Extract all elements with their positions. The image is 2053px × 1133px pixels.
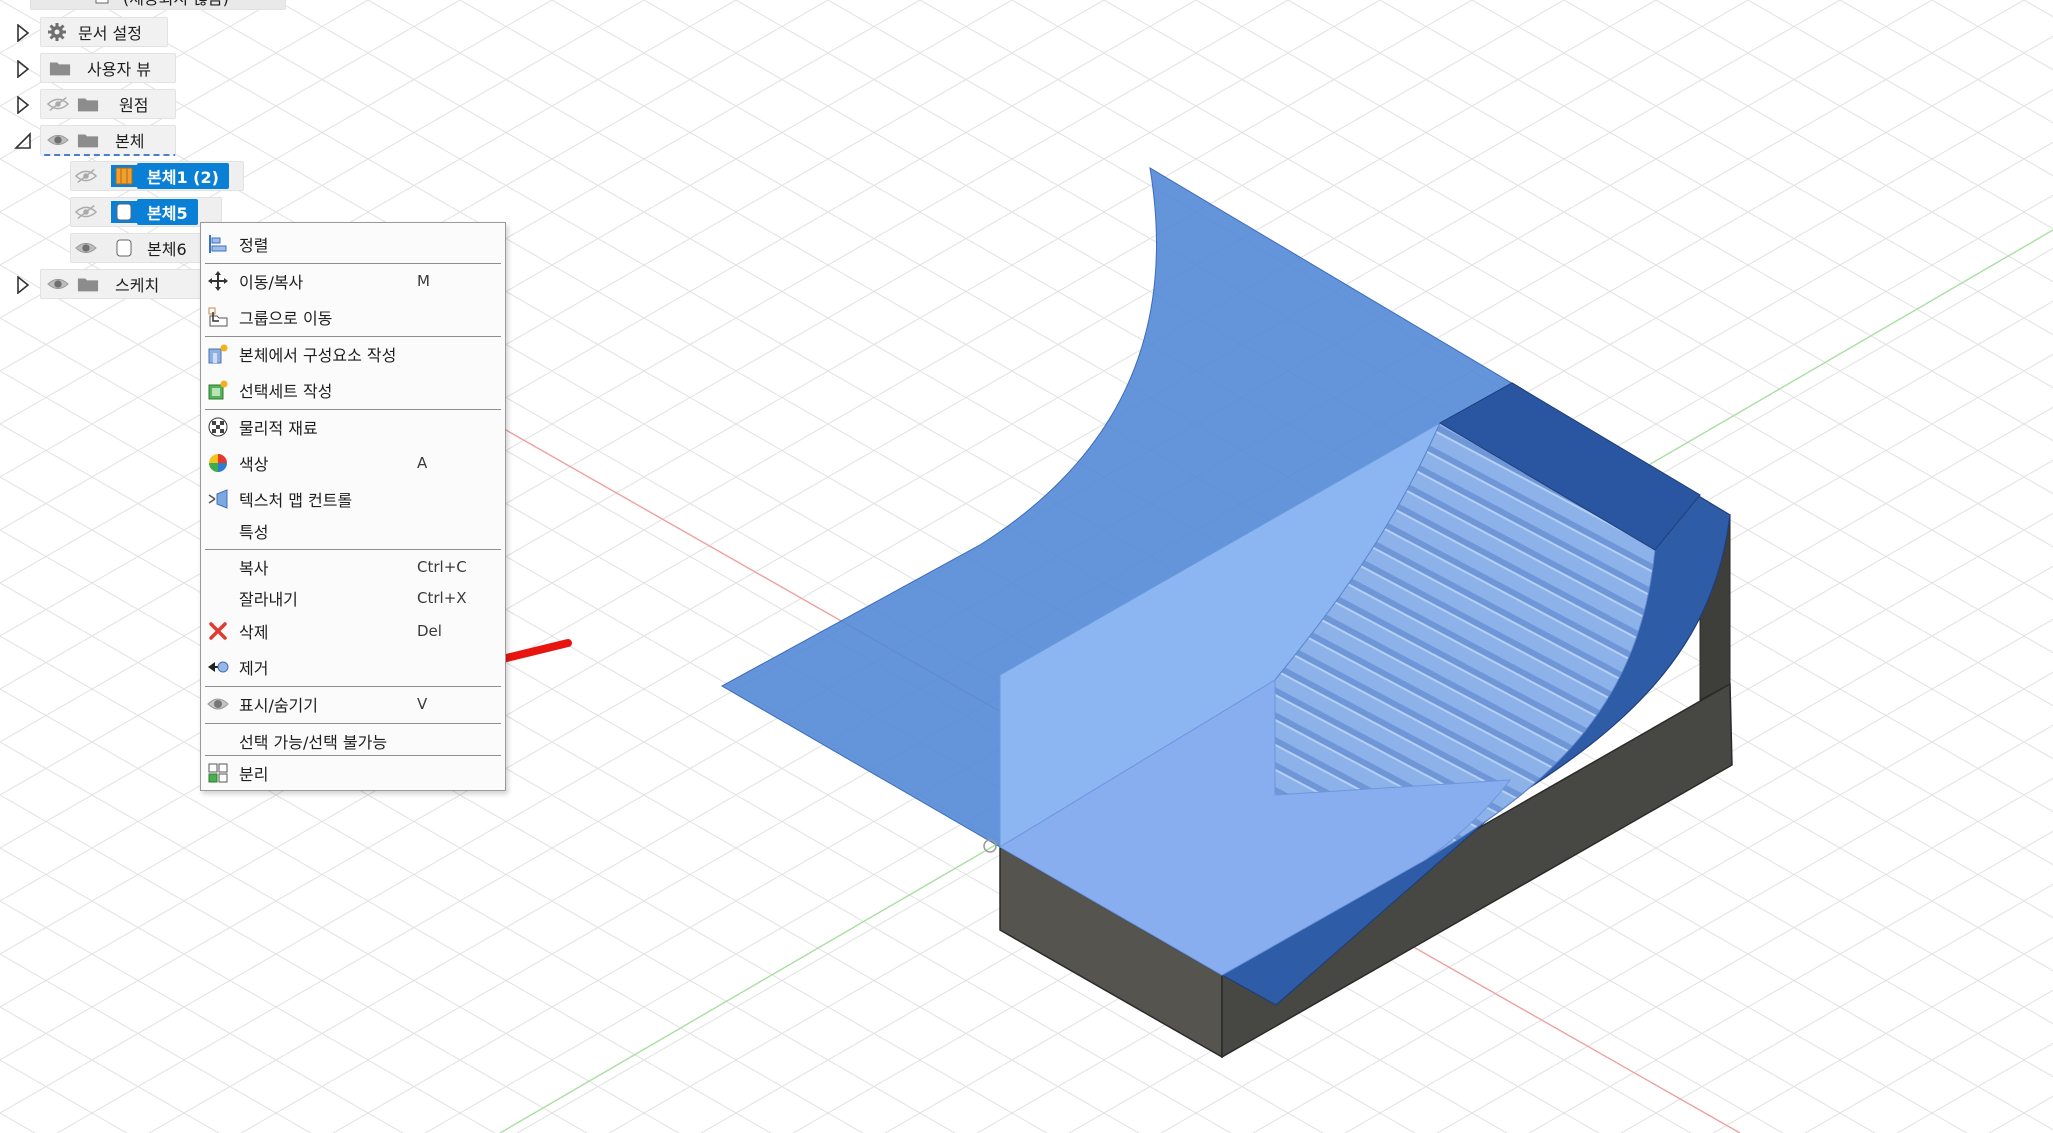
- menu-item-show-hide[interactable]: 표시/숨기기 V: [201, 689, 505, 719]
- menu-item-remove[interactable]: 제거: [201, 652, 505, 682]
- browser-item-sketches[interactable]: 스케치: [40, 269, 202, 299]
- eye-icon: [207, 693, 229, 715]
- body-label: 본체6: [147, 240, 187, 259]
- menu-item-label: 제거: [239, 659, 269, 678]
- menu-item-label: 그룹으로 이동: [239, 309, 333, 328]
- menu-item-appearance[interactable]: 색상 A: [201, 448, 505, 478]
- folder-icon: [49, 57, 71, 79]
- appearance-icon: [207, 452, 229, 474]
- browser-item-bodies-folder[interactable]: 본체: [40, 125, 176, 156]
- body-label-selected[interactable]: 본체1 (2): [137, 163, 229, 189]
- browser-top-item[interactable]: (제공되지 않음): [30, 0, 286, 10]
- folder-icon: [77, 273, 99, 295]
- move-icon: [207, 270, 229, 292]
- menu-item-align[interactable]: 정렬: [201, 229, 505, 259]
- menu-item-label: 색상: [239, 455, 269, 474]
- menu-separator: [205, 755, 501, 756]
- menu-item-label: 물리적 재료: [239, 419, 318, 438]
- menu-item-label: 정렬: [239, 236, 269, 255]
- menu-item-move-copy[interactable]: 이동/복사 M: [201, 266, 505, 296]
- body-icon: [113, 237, 135, 259]
- browser-item-label: 본체: [115, 132, 145, 151]
- menu-separator: [205, 686, 501, 687]
- menu-item-move-to-group[interactable]: 그룹으로 이동: [201, 302, 505, 332]
- browser-top-item-label: (제공되지 않음): [123, 0, 229, 9]
- browser-item-label: 원점: [119, 96, 149, 115]
- eye-icon[interactable]: [75, 237, 97, 259]
- folder-icon: [77, 93, 99, 115]
- gear-icon: [46, 21, 68, 43]
- menu-item-label: 텍스처 맵 컨트롤: [239, 491, 353, 510]
- menu-item-physical-material[interactable]: 물리적 재료: [201, 412, 505, 442]
- hidden-eye-icon[interactable]: [47, 93, 69, 115]
- menu-item-label: 삭제: [239, 623, 269, 642]
- hidden-eye-icon[interactable]: [75, 165, 97, 187]
- expand-arrow-icon[interactable]: [14, 58, 32, 80]
- menu-item-label: 특성: [239, 523, 269, 542]
- menu-item-shortcut: M: [417, 272, 430, 290]
- menu-item-delete[interactable]: 삭제 Del: [201, 616, 505, 646]
- body-icon: [111, 201, 137, 223]
- remove-icon: [207, 656, 229, 678]
- menu-item-label: 이동/복사: [239, 273, 304, 292]
- menu-item-create-component[interactable]: 본체에서 구성요소 작성: [201, 339, 505, 369]
- browser-item-label: 사용자 뷰: [87, 60, 151, 79]
- hidden-eye-icon[interactable]: [75, 201, 97, 223]
- browser-item-origin[interactable]: 원점: [40, 89, 176, 119]
- eye-icon[interactable]: [47, 273, 69, 295]
- menu-item-label: 본체에서 구성요소 작성: [239, 346, 397, 365]
- menu-separator: [205, 723, 501, 724]
- menu-separator: [205, 336, 501, 337]
- physical-material-icon: [207, 416, 229, 438]
- menu-item-shortcut: Ctrl+X: [417, 589, 467, 607]
- menu-item-label: 분리: [239, 765, 269, 784]
- menu-item-shortcut: V: [417, 695, 428, 713]
- menu-item-isolate[interactable]: 분리: [201, 758, 505, 788]
- align-icon: [207, 233, 229, 255]
- browser-item-document-settings[interactable]: 문서 설정: [40, 17, 168, 47]
- menu-item-shortcut: Del: [417, 622, 442, 640]
- component-icon: [91, 0, 113, 8]
- menu-item-label: 선택세트 작성: [239, 382, 333, 401]
- body-row[interactable]: 본체6: [70, 233, 202, 263]
- menu-item-texture-map-controls[interactable]: 텍스처 맵 컨트롤: [201, 484, 505, 514]
- menu-item-shortcut: A: [417, 454, 428, 472]
- split-icon: [207, 762, 229, 784]
- browser-item-label: 문서 설정: [78, 24, 142, 43]
- eye-icon[interactable]: [47, 129, 69, 151]
- browser-item-named-views[interactable]: 사용자 뷰: [40, 53, 176, 83]
- context-menu: 정렬 이동/복사 M 그룹으로 이동 본체에서 구성요소 작성 선택세트 작성 …: [200, 222, 506, 791]
- menu-separator: [205, 263, 501, 264]
- menu-item-selectable-unselectable[interactable]: 선택 가능/선택 불가능: [201, 726, 505, 756]
- menu-item-label: 표시/숨기기: [239, 696, 318, 715]
- delete-icon: [207, 620, 229, 642]
- expand-arrow-icon[interactable]: [14, 94, 32, 116]
- move-to-group-icon: [207, 306, 229, 328]
- menu-item-cut[interactable]: 잘라내기 Ctrl+X: [201, 583, 505, 613]
- expand-arrow-icon[interactable]: [14, 274, 32, 296]
- menu-separator: [205, 549, 501, 550]
- menu-item-create-selection-set[interactable]: 선택세트 작성: [201, 375, 505, 405]
- menu-separator: [205, 409, 501, 410]
- collapse-arrow-icon[interactable]: [14, 130, 32, 152]
- menu-item-shortcut: Ctrl+C: [417, 558, 467, 576]
- expand-arrow-icon[interactable]: [14, 22, 32, 44]
- menu-item-label: 선택 가능/선택 불가능: [239, 733, 388, 752]
- browser-item-label: 스케치: [115, 276, 160, 295]
- menu-item-label: 잘라내기: [239, 590, 298, 609]
- folder-icon: [77, 129, 99, 151]
- menu-item-properties[interactable]: 특성: [201, 516, 505, 546]
- component-body-icon: [111, 165, 137, 187]
- menu-item-copy[interactable]: 복사 Ctrl+C: [201, 552, 505, 582]
- selection-set-icon: [207, 379, 229, 401]
- texture-map-icon: [207, 488, 229, 510]
- body-label-selected[interactable]: 본체5: [137, 199, 198, 225]
- menu-item-label: 복사: [239, 559, 269, 578]
- create-component-icon: [207, 343, 229, 365]
